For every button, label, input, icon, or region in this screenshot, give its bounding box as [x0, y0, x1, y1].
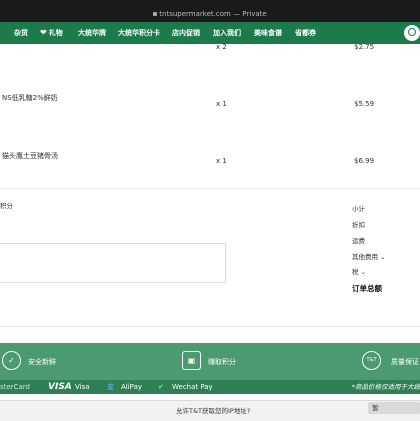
discount-label: 折扣: [352, 221, 365, 229]
points-input-box[interactable]: [0, 243, 226, 283]
mastercard-label: sterCard: [0, 383, 30, 391]
url-text: tntsupermarket.com: [159, 10, 231, 18]
lock-icon: [153, 12, 158, 16]
nav-item-join-us[interactable]: 加入我们: [213, 22, 241, 44]
visa-logo: VISA: [48, 382, 72, 392]
search-button[interactable]: [404, 25, 420, 41]
tnt-logo-icon: T&T: [362, 351, 381, 370]
item-name[interactable]: 猫头鹰土豆猪骨汤: [2, 151, 58, 161]
shipping-label: 运费: [352, 237, 365, 245]
item-quantity: x 2: [216, 43, 227, 51]
item-name[interactable]: NS低乳糖2%鲜奶: [2, 93, 58, 103]
gift-points-icon: ▣: [182, 351, 201, 370]
gift-icon: ❤: [40, 28, 47, 37]
alipay-icon: 支: [107, 383, 114, 391]
url-display[interactable]: tntsupermarket.com — Private: [0, 9, 420, 19]
nav-item-promotions[interactable]: 店内促销: [172, 22, 200, 44]
item-price: $6.99: [354, 157, 375, 165]
nav-item-rewards-card[interactable]: 大统华积分卡: [118, 22, 160, 44]
nav-item-grocery[interactable]: 杂货: [14, 22, 28, 44]
nav-item-coupons[interactable]: 省都券: [295, 22, 316, 44]
location-prompt-text: 允许T&T获取您的IP地址?: [176, 407, 251, 415]
deny-button[interactable]: 暂: [368, 402, 420, 414]
shield-check-icon: ✓: [2, 351, 21, 370]
nav-item-tnt-brand[interactable]: 大统华牌: [78, 22, 106, 44]
tax-toggle[interactable]: 税 ⌄: [352, 266, 366, 276]
other-fees-toggle[interactable]: 其他费用 ⌄: [352, 251, 386, 261]
subtotal-label: 小计: [352, 205, 365, 213]
nav-item-gifts[interactable]: ❤ 礼物: [40, 22, 63, 44]
item-quantity: x 1: [216, 100, 227, 108]
divider: [0, 188, 420, 189]
divider: [0, 326, 420, 327]
visa-label: Visa: [75, 383, 90, 391]
search-icon: [408, 28, 416, 36]
private-mode-label: — Private: [233, 10, 267, 18]
chevron-down-icon: ⌄: [380, 253, 386, 261]
wechat-icon: ✔: [158, 383, 164, 391]
chevron-down-icon: ⌄: [360, 268, 367, 276]
feature-label: 安全新鲜: [28, 358, 56, 366]
feature-label: 质量保证: [391, 358, 419, 366]
feature-label: 赚取积分: [208, 358, 236, 366]
item-price: $2.75: [354, 43, 375, 51]
points-label: 积分: [0, 202, 13, 210]
item-price: $5.59: [354, 100, 375, 108]
nav-item-recipes[interactable]: 美味食谱: [254, 22, 282, 44]
feature-band: ✓ 安全新鲜 ▣ 赚取积分 T&T 质量保证: [0, 343, 420, 380]
item-quantity: x 1: [216, 157, 227, 165]
alipay-label: AliPay: [121, 383, 143, 391]
main-nav: 杂货 ❤ 礼物 大统华牌 大统华积分卡 店内促销 加入我们 美味食谱 省都券: [0, 22, 420, 44]
price-note: *商品价格仅适用于大统: [351, 383, 420, 391]
order-total-label: 订单总额: [352, 284, 382, 293]
wechat-label: Wechat Pay: [172, 383, 213, 391]
